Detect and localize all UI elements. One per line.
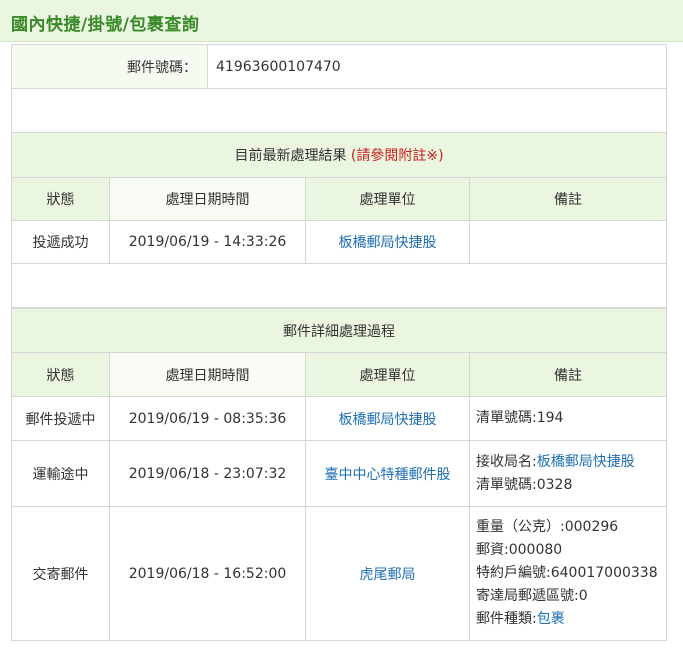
- col-status: 狀態: [11, 177, 110, 221]
- page-header: 國內快捷/掛號/包裹查詢: [0, 0, 683, 42]
- mail-number-value: 41963600107470: [207, 44, 667, 89]
- latest-unit-cell: 板橋郵局快捷股: [305, 220, 470, 264]
- detail-col-notes: 備註: [469, 352, 667, 397]
- note-list-number: 清單號碼:194: [476, 410, 564, 426]
- row-notes: 重量（公克）:000296 郵資:000080 特約戶編號:6400170003…: [469, 506, 667, 641]
- col-unit: 處理單位: [305, 177, 470, 221]
- row-datetime: 2019/06/19 - 08:35:36: [109, 396, 306, 441]
- note-list-number: 清單號碼:0328: [476, 476, 573, 493]
- row-notes: 接收局名:板橋郵局快捷股 清單號碼:0328: [469, 440, 667, 507]
- latest-heading: 目前最新處理結果 (請參閱附註※): [10, 132, 668, 178]
- row-datetime: 2019/06/18 - 16:52:00: [109, 506, 306, 641]
- note-postage: 郵資:000080: [476, 542, 563, 558]
- mail-number-table: 郵件號碼： 41963600107470: [11, 44, 667, 133]
- note-zip: 寄達局郵遞區號:0: [476, 588, 588, 604]
- note-receiving-label: 接收局名:: [476, 453, 537, 470]
- note-contract-id: 特約戶編號:640017000338: [476, 565, 658, 581]
- row-unit-cell: 臺中中心特種郵件股: [305, 440, 470, 507]
- latest-heading-text: 目前最新處理結果: [234, 148, 347, 164]
- row-status: 運輸途中: [11, 440, 110, 507]
- note-receiving-link[interactable]: 板橋郵局快捷股: [537, 454, 635, 470]
- col-datetime: 處理日期時間: [109, 177, 306, 221]
- latest-status: 投遞成功: [11, 220, 110, 264]
- latest-notes: [468, 220, 668, 264]
- mail-number-label: 郵件號碼：: [11, 44, 208, 89]
- detail-table: 郵件詳細處理過程 狀態 處理日期時間 處理單位 備註 郵件投遞中 2019/06…: [11, 308, 667, 641]
- latest-result-table: 目前最新處理結果 (請參閱附註※) 狀態 處理日期時間 處理單位 備註 投遞成功…: [10, 132, 668, 308]
- note-weight: 重量（公克）:000296: [476, 519, 619, 535]
- detail-heading: 郵件詳細處理過程: [11, 308, 667, 353]
- spacer-row-2: [10, 263, 668, 308]
- row-unit-link[interactable]: 虎尾郵局: [360, 567, 416, 583]
- note-mail-type-label: 郵件種類:: [476, 611, 537, 627]
- row-status: 交寄郵件: [11, 506, 110, 641]
- row-status: 郵件投遞中: [11, 396, 110, 441]
- row-notes: 清單號碼:194: [469, 396, 667, 441]
- table-row: 郵件投遞中 2019/06/19 - 08:35:36 板橋郵局快捷股 清單號碼…: [11, 396, 667, 441]
- spacer-row: [11, 88, 667, 133]
- col-notes: 備註: [468, 177, 668, 221]
- row-unit-cell: 板橋郵局快捷股: [305, 396, 470, 441]
- detail-col-status: 狀態: [11, 352, 110, 397]
- detail-col-datetime: 處理日期時間: [109, 352, 306, 397]
- note-mail-type-link[interactable]: 包裹: [537, 611, 565, 627]
- table-row: 交寄郵件 2019/06/18 - 16:52:00 虎尾郵局 重量（公克）:0…: [11, 506, 667, 641]
- detail-col-unit: 處理單位: [305, 352, 470, 397]
- table-row: 運輸途中 2019/06/18 - 23:07:32 臺中中心特種郵件股 接收局…: [11, 440, 667, 507]
- page-title: 國內快捷/掛號/包裹查詢: [11, 15, 200, 35]
- latest-heading-note: (請參閱附註※): [350, 148, 444, 164]
- row-unit-cell: 虎尾郵局: [305, 506, 470, 641]
- latest-datetime: 2019/06/19 - 14:33:26: [109, 220, 306, 264]
- note-receiving-office: 接收局名:板橋郵局快捷股: [476, 451, 660, 474]
- row-datetime: 2019/06/18 - 23:07:32: [109, 440, 306, 507]
- row-unit-link[interactable]: 臺中中心特種郵件股: [325, 467, 451, 483]
- latest-unit-link[interactable]: 板橋郵局快捷股: [339, 235, 437, 251]
- note-mail-type: 郵件種類:包裹: [476, 608, 660, 631]
- row-unit-link[interactable]: 板橋郵局快捷股: [339, 412, 437, 428]
